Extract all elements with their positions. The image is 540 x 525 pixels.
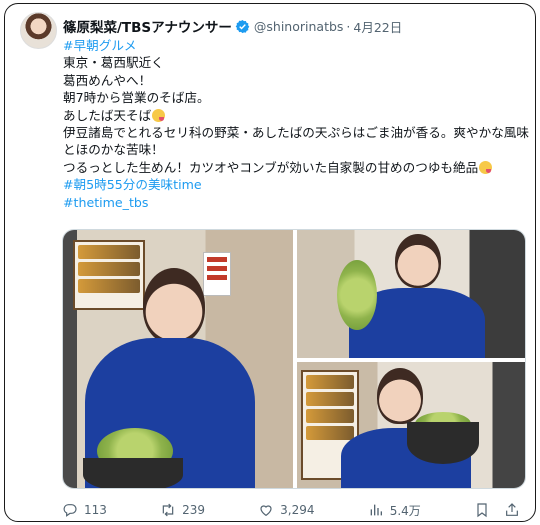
soba-bowl (407, 422, 479, 464)
person-head (143, 268, 205, 344)
tweet-tools (474, 502, 520, 518)
tweet-line: 伊豆諸島でとれるセリ科の野菜・あしたばの天ぷらはごま油が香る。爽やかな風味とほの… (63, 125, 529, 158)
savoring-food-emoji (479, 160, 493, 174)
heart-icon (260, 505, 272, 517)
tweet-header: 篠原梨菜/TBSアナウンサー @shinorinatbs · 4月22日 (63, 16, 402, 37)
menu-photo-board (73, 240, 145, 310)
tweet-line: あしたば天そば (63, 107, 152, 123)
header-separator: · (346, 18, 351, 34)
soba-bowl (83, 458, 183, 488)
tweet-line: 朝7時から営業のそば店。 (63, 90, 210, 106)
view-count: 5.4万 (389, 503, 421, 518)
bar-chart-icon (370, 504, 382, 516)
wall-poster (203, 252, 231, 296)
verified-badge-icon (235, 19, 250, 33)
photo-grid (62, 229, 526, 489)
author-name[interactable]: 篠原梨菜/TBSアナウンサー (63, 16, 232, 36)
profile-avatar[interactable] (20, 12, 57, 49)
tweet-line: 東京・葛西駅近く (63, 55, 164, 71)
hashtag-link[interactable]: #thetime_tbs (63, 195, 148, 210)
photo-eating-noodles[interactable] (63, 230, 293, 488)
tweet-line: 葛西めんやへ！ (63, 72, 152, 88)
hashtag-link[interactable]: #朝5時55分の美味time (63, 177, 202, 192)
person-head (377, 368, 423, 424)
like-button[interactable]: 3,294 (258, 502, 315, 518)
tweet-actions: 113 239 3,294 5.4万 (62, 500, 526, 520)
tweet-date[interactable]: 4月22日 (353, 17, 402, 36)
retweet-count: 239 (182, 503, 205, 517)
retweet-icon (162, 503, 174, 517)
person-head (395, 234, 441, 288)
reply-count: 113 (84, 503, 107, 517)
photo-holding-bowl[interactable] (297, 362, 525, 488)
photo-holding-chopsticks[interactable] (297, 230, 525, 358)
tweet-line: つるっとした生めん！カツオやコンブが効いた自家製の甘めのつゆも絶品 (63, 159, 479, 175)
views-button[interactable]: 5.4万 (368, 502, 421, 519)
retweet-button[interactable]: 239 (160, 502, 205, 518)
reply-button[interactable]: 113 (62, 502, 107, 518)
like-count: 3,294 (280, 503, 315, 517)
tempura-greens (337, 260, 377, 330)
hashtag-link[interactable]: #早朝グルメ (63, 38, 137, 53)
bookmark-icon[interactable] (474, 502, 490, 518)
tweet-card: 篠原梨菜/TBSアナウンサー @shinorinatbs · 4月22日 #早朝… (4, 3, 536, 522)
author-handle[interactable]: @shinorinatbs (254, 19, 344, 34)
share-icon[interactable] (504, 502, 520, 518)
reply-icon (63, 504, 77, 517)
savoring-food-emoji (152, 108, 166, 122)
tweet-text: #早朝グルメ 東京・葛西駅近く 葛西めんやへ！ 朝7時から営業のそば店。 あした… (63, 37, 533, 211)
